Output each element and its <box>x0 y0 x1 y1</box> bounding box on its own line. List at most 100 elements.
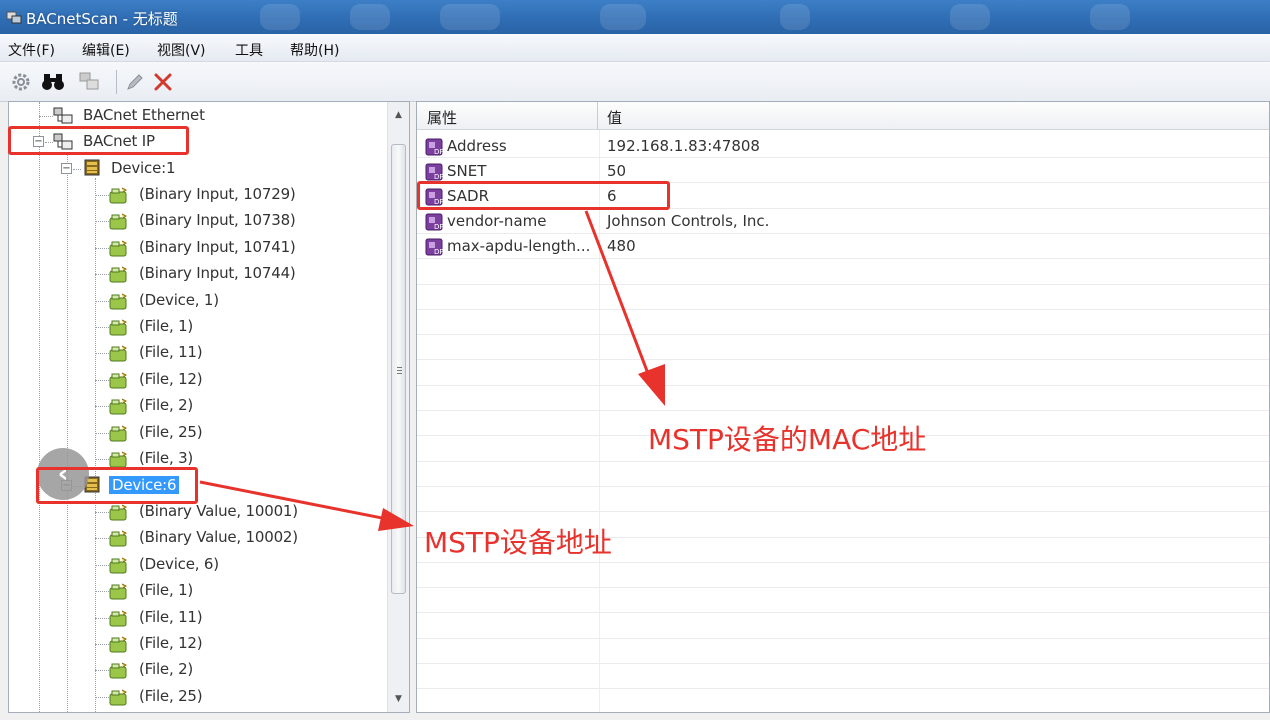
property-row[interactable]: DP Address 192.168.1.83:47808 <box>417 134 1269 159</box>
tree-connector <box>95 247 109 249</box>
menu-view[interactable]: 视图(V) <box>157 40 206 60</box>
properties-header: 属性 值 <box>417 102 1269 130</box>
tree-item-bacnet-ethernet[interactable]: BACnet Ethernet <box>83 106 205 124</box>
object-icon <box>109 451 127 468</box>
taskbar-blur <box>950 4 990 30</box>
property-icon: DP <box>425 163 443 181</box>
grid-line <box>417 637 1269 639</box>
object-icon <box>109 293 127 310</box>
highlight-sadr <box>417 181 670 210</box>
property-name: Address <box>447 137 507 155</box>
annotation-mac-address: MSTP设备的MAC地址 <box>648 423 927 456</box>
tree-item-device-1[interactable]: Device:1 <box>111 159 175 177</box>
tree-item-object[interactable]: (File, 11) <box>139 608 203 626</box>
grid-line <box>417 359 1269 361</box>
object-icon <box>109 557 127 574</box>
tree-item-object[interactable]: (File, 12) <box>139 370 203 388</box>
tree-scrollbar[interactable]: ▲ ▼ <box>387 102 409 712</box>
binoculars-icon[interactable] <box>40 70 66 94</box>
menu-edit[interactable]: 编辑(E) <box>82 40 130 60</box>
scroll-grip <box>397 367 402 368</box>
scroll-down-arrow[interactable]: ▼ <box>388 690 409 708</box>
grid-line <box>417 157 1269 158</box>
pencil-icon[interactable] <box>122 70 148 94</box>
property-row[interactable]: DP vendor-name Johnson Controls, Inc. <box>417 209 1269 234</box>
tree-connector <box>95 274 109 276</box>
object-icon <box>109 398 127 415</box>
tree-connector <box>95 300 109 302</box>
object-icon <box>109 187 127 204</box>
taskbar-blur <box>780 4 810 30</box>
menu-help[interactable]: 帮助(H) <box>290 40 339 60</box>
device-icon <box>84 159 100 176</box>
property-icon: DP <box>425 238 443 256</box>
property-value: 50 <box>607 162 627 180</box>
delete-icon[interactable] <box>150 70 176 94</box>
object-icon <box>109 583 127 600</box>
tree-item-object[interactable]: (File, 11) <box>139 343 203 361</box>
grid-line <box>417 612 1269 614</box>
tree-connector <box>95 406 109 408</box>
object-icon <box>109 240 127 257</box>
property-name: max-apdu-length... <box>447 237 591 255</box>
title-bar: BACnetScan - 无标题 <box>0 0 1270 34</box>
window-title: BACnetScan - 无标题 <box>26 10 178 28</box>
network-icon[interactable] <box>76 70 102 94</box>
scroll-up-arrow[interactable]: ▲ <box>388 106 409 124</box>
grid-line <box>417 485 1269 487</box>
tree-item-object[interactable]: (File, 25) <box>139 423 203 441</box>
grid-line <box>417 688 1269 690</box>
tree-connector <box>73 169 81 170</box>
column-divider[interactable] <box>597 102 598 130</box>
menu-tools[interactable]: 工具 <box>235 40 263 60</box>
highlight-bacnet-ip <box>8 126 189 155</box>
app-icon <box>6 11 22 24</box>
tree-connector <box>39 116 53 117</box>
tree-item-object[interactable]: (Binary Input, 10738) <box>139 211 296 229</box>
object-icon <box>109 530 127 547</box>
grid-line <box>417 283 1269 285</box>
property-icon: DP <box>425 138 443 156</box>
svg-text:DP: DP <box>434 248 443 256</box>
object-icon <box>109 266 127 283</box>
grid-line <box>417 232 1269 234</box>
collapse-toggle[interactable]: − <box>61 163 72 174</box>
tree-item-object[interactable]: (File, 12) <box>139 634 203 652</box>
tree-item-object[interactable]: (File, 25) <box>139 687 203 705</box>
tree-item-object[interactable]: (Binary Value, 10002) <box>139 528 298 546</box>
tree-item-object[interactable]: (File, 1) <box>139 317 193 335</box>
tree-item-object[interactable]: (File, 1) <box>139 581 193 599</box>
device-tree[interactable]: BACnet Ethernet − BACnet IP − Device:1 (… <box>9 102 387 712</box>
svg-text:DP: DP <box>434 173 443 181</box>
tree-guide <box>95 178 96 712</box>
property-row[interactable]: DP max-apdu-length... 480 <box>417 234 1269 259</box>
tree-item-object[interactable]: (Binary Input, 10744) <box>139 264 296 282</box>
tree-item-object[interactable]: (Binary Input, 10741) <box>139 238 296 256</box>
tree-connector <box>95 512 109 513</box>
grid-line <box>417 410 1269 411</box>
tree-item-object[interactable]: (File, 2) <box>139 396 193 414</box>
tree-item-object[interactable]: (Binary Input, 10729) <box>139 185 296 203</box>
network-node-icon <box>53 107 73 124</box>
gear-icon[interactable] <box>8 70 34 94</box>
tree-item-object[interactable]: (File, 3) <box>139 449 193 467</box>
grid-line <box>417 258 1269 260</box>
tree-connector <box>95 379 109 381</box>
grid-line <box>417 334 1269 336</box>
tree-item-object[interactable]: (File, 2) <box>139 660 193 678</box>
svg-text:DP: DP <box>434 148 443 156</box>
tree-item-object[interactable]: (Device, 6) <box>139 555 219 573</box>
column-header-value[interactable]: 值 <box>607 107 622 128</box>
tree-guide <box>39 102 40 712</box>
property-name: SNET <box>447 162 487 180</box>
tree-item-object[interactable]: (Device, 1) <box>139 291 219 309</box>
tree-connector <box>95 195 109 196</box>
scroll-thumb[interactable] <box>391 144 406 594</box>
tree-connector <box>95 644 109 645</box>
tree-item-object[interactable]: (Binary Value, 10001) <box>139 502 298 520</box>
device-tree-pane[interactable]: BACnet Ethernet − BACnet IP − Device:1 (… <box>8 101 410 713</box>
property-value: Johnson Controls, Inc. <box>607 212 770 230</box>
svg-text:DP: DP <box>434 223 443 231</box>
column-header-property[interactable]: 属性 <box>427 107 457 128</box>
menu-file[interactable]: 文件(F) <box>8 40 55 60</box>
